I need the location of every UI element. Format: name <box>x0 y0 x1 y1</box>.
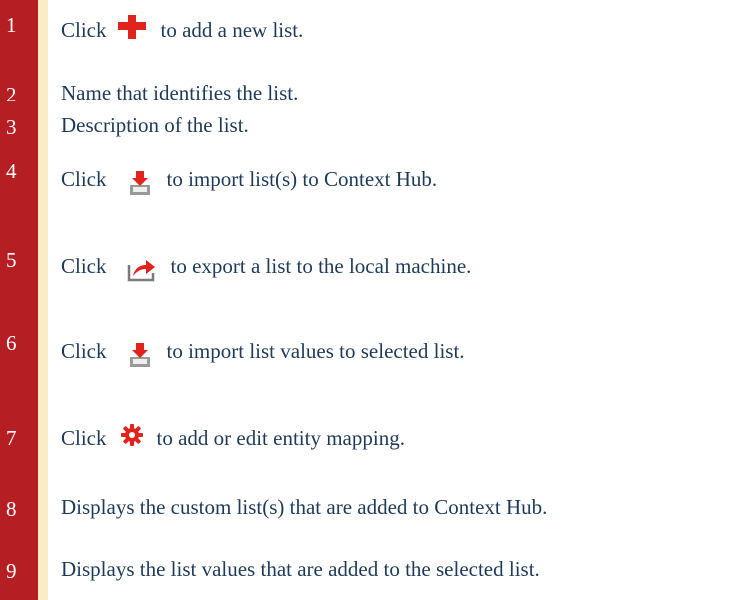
step-number: 3 <box>0 101 38 139</box>
list-item: 2 Name that identifies the list. <box>0 57 746 107</box>
accent-bar <box>38 57 48 101</box>
list-item: 9 Displays the list values that are adde… <box>0 543 746 600</box>
step-number: 5 <box>0 220 38 307</box>
accent-bar <box>38 394 48 473</box>
import-icon <box>127 341 153 375</box>
step-text: Click to export a list to the local mach… <box>61 244 471 288</box>
step-text: Click to import list values to selected … <box>61 327 465 375</box>
export-icon <box>127 256 157 288</box>
list-item: 3 Description of the list. <box>0 101 746 139</box>
import-icon <box>127 169 153 203</box>
gear-icon <box>120 424 143 452</box>
accent-bar <box>38 135 48 220</box>
add-plus-icon <box>117 12 147 48</box>
accent-bar <box>38 220 48 307</box>
list-item: 7 Click to add or edit entity mapping. <box>0 394 746 473</box>
accent-bar <box>38 307 48 394</box>
list-item: 4 Click to import list(s) to Context Hub… <box>0 135 746 220</box>
step-number: 1 <box>0 0 38 57</box>
list-item: 8 Displays the custom list(s) that are a… <box>0 473 746 543</box>
step-number: 9 <box>0 543 38 600</box>
accent-bar <box>38 101 48 135</box>
step-text: Displays the list values that are added … <box>61 557 540 581</box>
list-item: 5 Click to export a list to the local ma… <box>0 220 746 307</box>
step-text: Click to add or edit entity mapping. <box>61 424 405 452</box>
accent-bar <box>38 473 48 543</box>
step-number: 6 <box>0 307 38 394</box>
step-number: 7 <box>0 394 38 473</box>
accent-bar <box>38 543 48 600</box>
list-item: 6 Click to import list values to selecte… <box>0 307 746 394</box>
step-text: Displays the custom list(s) that are add… <box>61 495 548 519</box>
list-item: 1 Click to add a new list. <box>0 0 746 57</box>
step-text: Click to add a new list. <box>61 12 303 48</box>
step-text: Click to import list(s) to Context Hub. <box>61 155 437 203</box>
step-number: 2 <box>0 57 38 107</box>
step-number: 4 <box>0 135 38 220</box>
accent-bar <box>38 0 48 57</box>
step-number: 8 <box>0 473 38 543</box>
